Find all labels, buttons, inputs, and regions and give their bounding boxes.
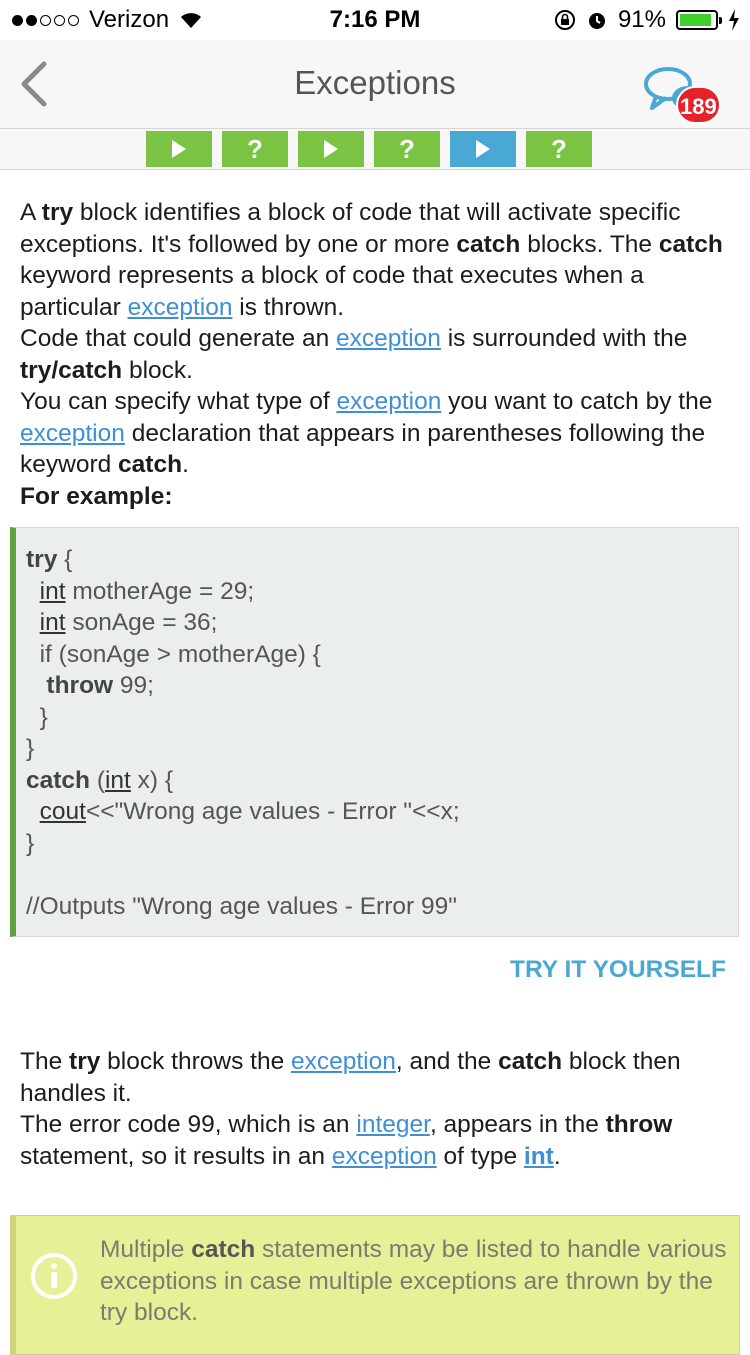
alarm-icon	[588, 13, 605, 29]
exception-link[interactable]: exception	[336, 325, 441, 352]
play-icon	[172, 140, 186, 158]
lesson-explanation-text: The try block throws the exception, and …	[20, 1048, 681, 1170]
status-bar: Verizon 7:16 PM 91%	[0, 0, 750, 40]
info-icon	[31, 1253, 77, 1299]
question-mark-icon: ?	[247, 133, 263, 164]
question-mark-icon: ?	[399, 133, 415, 164]
play-icon	[476, 140, 490, 158]
navigation-bar: Exceptions 189	[0, 40, 750, 129]
code-comment: //Outputs "Wrong age values - Error 99"	[26, 892, 457, 920]
integer-link[interactable]: integer	[356, 1111, 430, 1138]
exception-link[interactable]: exception	[291, 1048, 396, 1075]
info-note: Multiple catch statements may be listed …	[10, 1215, 740, 1355]
int-keyword-link[interactable]: int	[105, 767, 131, 794]
try-it-yourself-button[interactable]: TRY IT YOURSELF	[510, 956, 726, 984]
lesson-step-quiz-button[interactable]: ?	[374, 131, 440, 167]
int-keyword-link[interactable]: int	[40, 578, 66, 605]
int-link[interactable]: int	[524, 1143, 554, 1170]
exception-link[interactable]: exception	[128, 294, 233, 321]
charging-bolt-icon	[729, 9, 739, 31]
lesson-step-play-button[interactable]	[298, 131, 364, 167]
lesson-step-quiz-button[interactable]: ?	[526, 131, 592, 167]
question-mark-icon: ?	[551, 133, 567, 164]
example-heading: For example:	[20, 482, 173, 510]
exception-link[interactable]: exception	[20, 420, 125, 447]
lesson-step-play-button[interactable]	[450, 131, 516, 167]
lesson-progress-bar: ???	[0, 129, 750, 170]
rotation-lock-icon	[554, 10, 575, 30]
battery-percent: 91%	[617, 6, 666, 33]
page-title: Exceptions	[294, 64, 456, 101]
lesson-step-quiz-button[interactable]: ?	[222, 131, 288, 167]
exception-link[interactable]: exception	[332, 1143, 437, 1170]
status-right-group: 91%	[554, 6, 740, 34]
lesson-intro-text: A try block identifies a block of code t…	[20, 199, 723, 510]
comments-count-badge[interactable]: 189	[676, 86, 721, 124]
int-keyword-link[interactable]: int	[40, 609, 66, 636]
exception-link[interactable]: exception	[336, 388, 441, 415]
battery-icon	[676, 10, 722, 30]
code-example: try { int motherAge = 29; int sonAge = 3…	[10, 527, 739, 937]
play-icon	[324, 140, 338, 158]
info-note-text: Multiple catch statements may be listed …	[100, 1236, 727, 1326]
cout-keyword-link[interactable]: cout	[40, 798, 86, 825]
lesson-step-play-button[interactable]	[146, 131, 212, 167]
